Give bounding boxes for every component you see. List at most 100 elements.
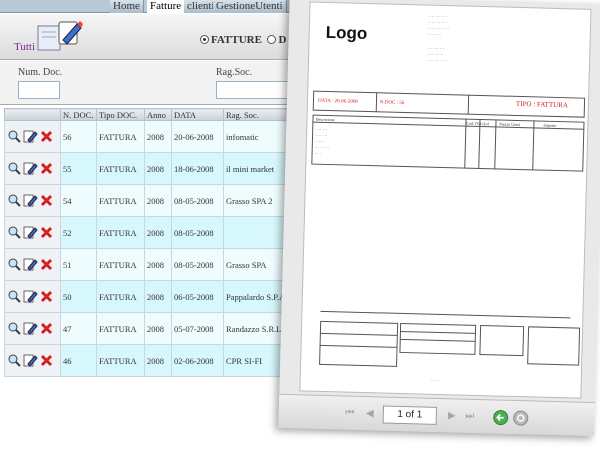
table-cell: FATTURA: [96, 312, 145, 345]
delete-icon[interactable]: [39, 289, 54, 304]
view-icon[interactable]: [7, 129, 22, 144]
delete-icon[interactable]: [39, 257, 54, 272]
table-cell: FATTURA: [96, 152, 145, 185]
invoice-date: DATA : 20-06-2008: [317, 98, 358, 105]
sender-line: ·· ·· · ··· ·· ·: [428, 19, 448, 26]
table-cell: 05-07-2008: [171, 312, 224, 345]
column-header[interactable]: N. DOC.: [60, 108, 97, 121]
edit-icon[interactable]: [23, 353, 38, 368]
table-cell: FATTURA: [96, 120, 145, 153]
edit-document-icon[interactable]: [33, 18, 85, 52]
tab-home[interactable]: Home: [110, 0, 144, 13]
recipient-line: ·· ·· ··· · ··: [427, 45, 445, 52]
edit-icon[interactable]: [23, 257, 38, 272]
grand-total-box: [527, 326, 581, 366]
view-icon[interactable]: [7, 161, 22, 176]
view-icon[interactable]: [7, 257, 22, 272]
item-line: ·· ·· · ··: [315, 132, 328, 138]
items-header-prezzo: Prezzo Unità: [499, 121, 521, 128]
item-line: ·· ·· ··: [314, 138, 325, 144]
view-icon[interactable]: [7, 289, 22, 304]
row-actions: [4, 280, 61, 313]
delete-icon[interactable]: [39, 225, 54, 240]
table-cell: FATTURA: [96, 216, 145, 249]
edit-icon[interactable]: [23, 289, 38, 304]
delete-icon[interactable]: [39, 193, 54, 208]
table-cell: 2008: [144, 216, 172, 249]
edit-icon[interactable]: [23, 129, 38, 144]
edit-icon[interactable]: [23, 193, 38, 208]
item-line: ·· ·· · ·· ·: [314, 144, 330, 151]
column-header[interactable]: DATA: [171, 108, 224, 121]
row-actions: [4, 344, 61, 377]
delete-icon[interactable]: [39, 353, 54, 368]
table-cell: 2008: [144, 344, 172, 377]
next-page-icon[interactable]: ▶: [445, 409, 459, 423]
table-cell: FATTURA: [96, 280, 145, 313]
totals-box: [319, 320, 399, 367]
radio-fatture-label: FATTURE: [211, 34, 262, 46]
table-cell: 51: [60, 248, 97, 281]
row-actions: [4, 312, 61, 345]
recipient-block: ·· ·· ··· · ·· ·· ·· · ·· ·· ·· ·· ··· ·…: [311, 2, 591, 64]
tutti-button[interactable]: Tutti: [14, 41, 35, 53]
pdf-navigation-bar: ⏮ ◀ 1 of 1 ▶ ⏭: [278, 393, 596, 437]
table-cell: 2008: [144, 280, 172, 313]
first-page-icon[interactable]: ⏮: [343, 406, 357, 420]
table-cell: 2008: [144, 248, 172, 281]
actions-header: [4, 108, 61, 121]
invoice-type: TIPO : FATTURA: [515, 99, 569, 110]
divider: [320, 310, 571, 319]
recipient-line: ·· ·· ··· · ·· ·: [427, 57, 447, 64]
edit-icon[interactable]: [23, 321, 38, 336]
tab-gestione-utenti[interactable]: GestioneUtenti: [213, 0, 287, 13]
table-cell: 50: [60, 280, 97, 313]
sender-block: ·· ·· ·· · ·· ·· ·· ·· · ··· ·· · ·· ·· …: [311, 2, 591, 37]
column-header[interactable]: Tipo DOC.: [96, 108, 145, 121]
delete-icon[interactable]: [39, 321, 54, 336]
document-type-radios: FATTURE D: [200, 34, 286, 46]
table-cell: 52: [60, 216, 97, 249]
delete-icon[interactable]: [39, 129, 54, 144]
edit-icon[interactable]: [23, 225, 38, 240]
radio-fatture[interactable]: [200, 35, 209, 44]
table-cell: 2008: [144, 312, 172, 345]
column-header[interactable]: Anno: [144, 108, 172, 121]
page-footer: ·· ·· ··: [430, 377, 441, 384]
recipient-line: ·· ·· · ·· ··: [427, 51, 444, 57]
refresh-icon[interactable]: [513, 410, 529, 426]
edit-icon[interactable]: [23, 161, 38, 176]
items-header-importo: Importo: [543, 122, 557, 128]
item-line: ·· ··: [314, 150, 321, 156]
sender-line: ·· ·· ·· ··: [427, 31, 442, 37]
view-icon[interactable]: [7, 193, 22, 208]
last-page-icon[interactable]: ⏭: [463, 410, 477, 424]
table-cell: 2008: [144, 184, 172, 217]
table-cell: FATTURA: [96, 248, 145, 281]
table-cell: 46: [60, 344, 97, 377]
back-icon[interactable]: [493, 409, 509, 426]
table-cell: FATTURA: [96, 184, 145, 217]
view-icon[interactable]: [7, 225, 22, 240]
delete-icon[interactable]: [39, 161, 54, 176]
invoice-logo: Logo: [325, 22, 368, 43]
table-cell: 2008: [144, 152, 172, 185]
table-cell: 06-05-2008: [171, 280, 224, 313]
row-actions: [4, 248, 61, 281]
previous-page-icon[interactable]: ◀: [363, 407, 377, 421]
row-actions: [4, 216, 61, 249]
table-cell: 08-05-2008: [171, 248, 224, 281]
radio-other-label: D: [278, 34, 287, 46]
view-icon[interactable]: [7, 353, 22, 368]
sender-line: ·· ·· ·· ··· · ··: [427, 25, 449, 32]
view-icon[interactable]: [7, 321, 22, 336]
table-cell: 02-06-2008: [171, 344, 224, 377]
tab-fatture[interactable]: Fatture: [147, 0, 186, 13]
vat-summary-box: [479, 325, 525, 357]
items-header-descrizione: Descrizione: [315, 116, 335, 123]
table-cell: 20-06-2008: [171, 120, 224, 153]
num-doc-input[interactable]: [18, 81, 60, 99]
invoice-number: N.DOC : 56: [379, 100, 405, 106]
page-number-input[interactable]: 1 of 1: [382, 405, 438, 425]
radio-other[interactable]: [267, 35, 277, 44]
